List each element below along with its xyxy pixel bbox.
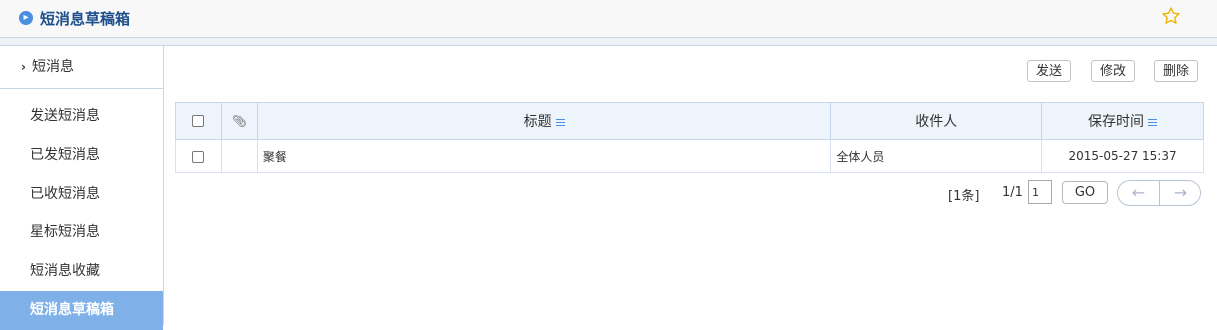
- delete-button[interactable]: 删除: [1154, 60, 1199, 82]
- attachment-header: 📎︎: [220, 102, 258, 140]
- column-title-label: 标题: [523, 114, 552, 130]
- arrow-right-icon[interactable]: →: [1160, 181, 1200, 205]
- row-recipient: 全体人员: [830, 139, 1043, 173]
- sidebar-item-sent[interactable]: 已发短消息: [0, 136, 163, 175]
- sidebar-item-send[interactable]: 发送短消息: [0, 97, 163, 136]
- table-header-row: 📎︎ 标题 收件人 保存时间: [175, 102, 1204, 140]
- sidebar-item-starred[interactable]: 星标短消息: [0, 213, 163, 252]
- attachment-cell: [220, 139, 258, 173]
- page-indicator: 1/1: [1002, 185, 1023, 200]
- row-select-cell: [175, 139, 222, 173]
- record-count: [1条]: [948, 189, 980, 204]
- select-all-cell: [175, 102, 222, 140]
- page-header: ▸ 短消息草稿箱: [0, 0, 1217, 38]
- sidebar-item-favorites[interactable]: 短消息收藏: [0, 252, 163, 291]
- select-all-checkbox[interactable]: [192, 115, 205, 127]
- column-saved-time-label: 保存时间: [1088, 114, 1145, 130]
- main-content: 发送 修改 删除 📎︎ 标题 收件人 保存时间 聚餐 全体人员 2015-05-…: [164, 46, 1217, 325]
- column-saved-time[interactable]: 保存时间: [1041, 102, 1204, 140]
- sidebar-item-received[interactable]: 已收短消息: [0, 175, 163, 214]
- table-row[interactable]: 聚餐 全体人员 2015-05-27 15:37: [175, 139, 1204, 173]
- header-divider: [0, 38, 1217, 46]
- sort-menu-icon[interactable]: [1148, 117, 1158, 128]
- sidebar: › 短消息 发送短消息 已发短消息 已收短消息 星标短消息 短消息收藏 短消息草稿…: [0, 46, 164, 330]
- drafts-table: 📎︎ 标题 收件人 保存时间 聚餐 全体人员 2015-05-27 15:37: [175, 102, 1204, 173]
- edit-button[interactable]: 修改: [1091, 60, 1136, 82]
- paperclip-icon: 📎︎: [231, 114, 248, 128]
- chevron-right-icon: ›: [21, 60, 26, 74]
- row-title[interactable]: 聚餐: [256, 139, 832, 173]
- sidebar-heading-label: 短消息: [31, 59, 74, 75]
- page-number-input[interactable]: [1028, 180, 1052, 204]
- go-button[interactable]: GO: [1062, 181, 1108, 204]
- send-button[interactable]: 发送: [1027, 60, 1072, 82]
- star-icon[interactable]: [1161, 6, 1181, 26]
- page-title: 短消息草稿箱: [40, 10, 131, 28]
- row-saved-time: 2015-05-27 15:37: [1041, 139, 1204, 173]
- column-recipient: 收件人: [830, 102, 1043, 140]
- page-nav: ← →: [1117, 180, 1201, 206]
- column-title[interactable]: 标题: [256, 102, 832, 140]
- arrow-circle-icon: ▸: [19, 11, 33, 25]
- arrow-left-icon[interactable]: ←: [1118, 181, 1160, 205]
- sort-menu-icon[interactable]: [555, 117, 565, 128]
- sidebar-item-drafts[interactable]: 短消息草稿箱: [0, 290, 163, 330]
- row-checkbox[interactable]: [192, 150, 205, 163]
- sidebar-heading[interactable]: › 短消息: [0, 46, 163, 89]
